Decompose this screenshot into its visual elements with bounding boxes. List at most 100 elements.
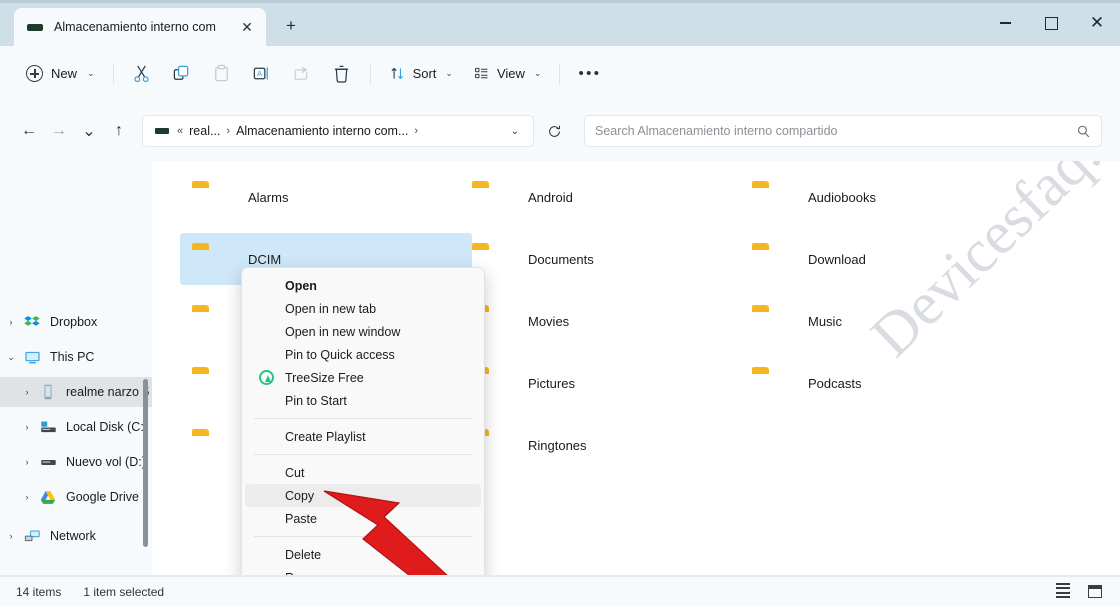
- file-name: Alarms: [248, 189, 289, 205]
- sidebar-item-local-disk-c[interactable]: › Local Disk (C:): [0, 412, 152, 442]
- expand-arrow-icon-d[interactable]: ›: [16, 457, 38, 467]
- file-name: Audiobooks: [808, 189, 876, 205]
- folder-icon: [190, 178, 234, 216]
- sidebar-item-label-local-disk: Local Disk (C:): [66, 420, 148, 434]
- context-menu-item-pin-to-quick-access[interactable]: Pin to Quick access: [245, 343, 481, 366]
- expand-arrow-icon-realme[interactable]: ›: [16, 387, 38, 397]
- close-tab-icon[interactable]: ✕: [238, 18, 256, 36]
- folder-icon: [190, 364, 234, 402]
- sidebar-item-this-pc[interactable]: ⌄ This PC: [0, 342, 152, 372]
- context-menu-item-pin-to-start[interactable]: Pin to Start: [245, 389, 481, 412]
- sidebar-item-dropbox[interactable]: › Dropbox: [0, 307, 152, 337]
- file-explorer-window: Almacenamiento interno com ✕ + ✕ New ⌄ A…: [0, 0, 1120, 606]
- sidebar-item-nuevo-vol-d[interactable]: › Nuevo vol (D:): [0, 447, 152, 477]
- sidebar-item-label-network: Network: [50, 529, 96, 543]
- paste-button[interactable]: [202, 57, 242, 91]
- refresh-button[interactable]: [538, 115, 570, 147]
- harddisk-icon: [38, 417, 58, 437]
- file-name: Android: [528, 189, 573, 205]
- context-menu-item-copy[interactable]: Copy: [245, 484, 481, 507]
- sidebar-item-realme-narzo[interactable]: › realme narzo 5: [0, 377, 152, 407]
- breadcrumb-device[interactable]: real...: [189, 124, 220, 138]
- file-item-android[interactable]: Android: [460, 171, 752, 223]
- address-dropdown-icon[interactable]: ⌄: [511, 126, 527, 137]
- context-menu-label: TreeSize Free: [285, 370, 364, 385]
- file-item-music[interactable]: Music: [740, 295, 1032, 347]
- this-pc-icon: [22, 347, 42, 367]
- breadcrumb-separator-2[interactable]: ›: [414, 125, 418, 137]
- sort-button[interactable]: Sort ⌄: [379, 57, 463, 91]
- context-menu-item-delete[interactable]: Delete: [245, 543, 481, 566]
- minimize-button[interactable]: [982, 0, 1028, 46]
- sidebar-item-network[interactable]: › Network: [0, 521, 152, 551]
- window-controls: ✕: [982, 0, 1120, 46]
- more-options-button[interactable]: •••: [568, 57, 611, 91]
- back-button[interactable]: ←: [14, 116, 44, 146]
- maximize-button[interactable]: [1028, 0, 1074, 46]
- file-item-download[interactable]: Download: [740, 233, 1032, 285]
- share-button[interactable]: [282, 57, 322, 91]
- dropbox-icon: [22, 312, 42, 332]
- expand-arrow-icon-gdrive[interactable]: ›: [16, 492, 38, 502]
- network-icon: [22, 526, 42, 546]
- context-menu-label: Cut: [285, 465, 305, 480]
- close-window-button[interactable]: ✕: [1074, 0, 1120, 46]
- expand-arrow-icon[interactable]: ›: [0, 317, 22, 327]
- context-menu-item-create-playlist[interactable]: Create Playlist: [245, 425, 481, 448]
- file-item-movies[interactable]: Movies: [460, 295, 752, 347]
- tiles-view-icon[interactable]: [1084, 581, 1106, 603]
- file-name: Download: [808, 251, 866, 267]
- delete-button[interactable]: [322, 57, 362, 91]
- forward-button[interactable]: →: [44, 116, 74, 146]
- context-menu-item-open[interactable]: Open: [245, 274, 481, 297]
- breadcrumb-folder[interactable]: Almacenamiento interno com...: [236, 124, 408, 138]
- plus-circle-icon: [26, 65, 43, 82]
- context-menu-item-open-in-new-window[interactable]: Open in new window: [245, 320, 481, 343]
- up-button[interactable]: ↑: [104, 116, 134, 146]
- svg-text:A: A: [257, 69, 263, 78]
- file-name: Ringtones: [528, 437, 587, 453]
- file-item-documents[interactable]: Documents: [460, 233, 752, 285]
- tab-title: Almacenamiento interno com: [54, 20, 216, 34]
- file-item-pictures[interactable]: Pictures: [460, 357, 752, 409]
- chevron-down-icon-sort: ⌄: [445, 68, 453, 78]
- search-box[interactable]: [584, 115, 1102, 147]
- sidebar-item-google-drive[interactable]: › Google Drive (: [0, 482, 152, 512]
- context-menu-item-cut[interactable]: Cut: [245, 461, 481, 484]
- view-button[interactable]: View ⌄: [463, 57, 552, 91]
- context-menu-item-treesize-free[interactable]: TreeSize Free: [245, 366, 481, 389]
- cut-icon: [134, 65, 149, 83]
- new-tab-button[interactable]: +: [278, 13, 304, 39]
- copy-button[interactable]: [162, 57, 202, 91]
- address-bar[interactable]: « real... › Almacenamiento interno com..…: [142, 115, 534, 147]
- rename-button[interactable]: A: [242, 57, 282, 91]
- file-item-podcasts[interactable]: Podcasts: [740, 357, 1032, 409]
- search-input[interactable]: [595, 124, 1076, 138]
- file-item-alarms[interactable]: Alarms: [180, 171, 472, 223]
- recent-locations-button[interactable]: ⌄: [74, 116, 104, 146]
- file-item-audiobooks[interactable]: Audiobooks: [740, 171, 1032, 223]
- breadcrumb-overflow[interactable]: «: [177, 125, 183, 137]
- context-menu-item-open-in-new-tab[interactable]: Open in new tab: [245, 297, 481, 320]
- expand-arrow-icon-network[interactable]: ›: [0, 531, 22, 541]
- expand-arrow-icon-c[interactable]: ›: [16, 422, 38, 432]
- list-view-icon[interactable]: [1052, 581, 1074, 603]
- sort-label: Sort: [412, 66, 437, 81]
- toolbar-divider-3: [559, 63, 561, 84]
- sort-icon: [391, 68, 403, 79]
- context-menu-label: Create Playlist: [285, 429, 366, 444]
- browser-tab-active[interactable]: Almacenamiento interno com ✕: [14, 8, 266, 46]
- context-menu-label: Open: [285, 278, 317, 293]
- view-toggle-group: [1052, 581, 1120, 603]
- file-item-ringtones[interactable]: Ringtones: [460, 419, 752, 471]
- collapse-arrow-icon[interactable]: ⌄: [0, 352, 22, 363]
- phone-device-icon: [26, 18, 44, 36]
- command-bar: New ⌄ A Sort ⌄ View ⌄ •••: [0, 46, 1120, 101]
- navigation-pane: › Dropbox ⌄ This PC › realme narzo 5 › L…: [0, 161, 152, 575]
- context-menu-item-paste[interactable]: Paste: [245, 507, 481, 530]
- new-button[interactable]: New ⌄: [16, 58, 105, 90]
- context-menu-label: Paste: [285, 511, 317, 526]
- cut-button[interactable]: [122, 57, 162, 91]
- search-icon: [1078, 125, 1090, 137]
- sidebar-scrollbar[interactable]: [143, 379, 148, 547]
